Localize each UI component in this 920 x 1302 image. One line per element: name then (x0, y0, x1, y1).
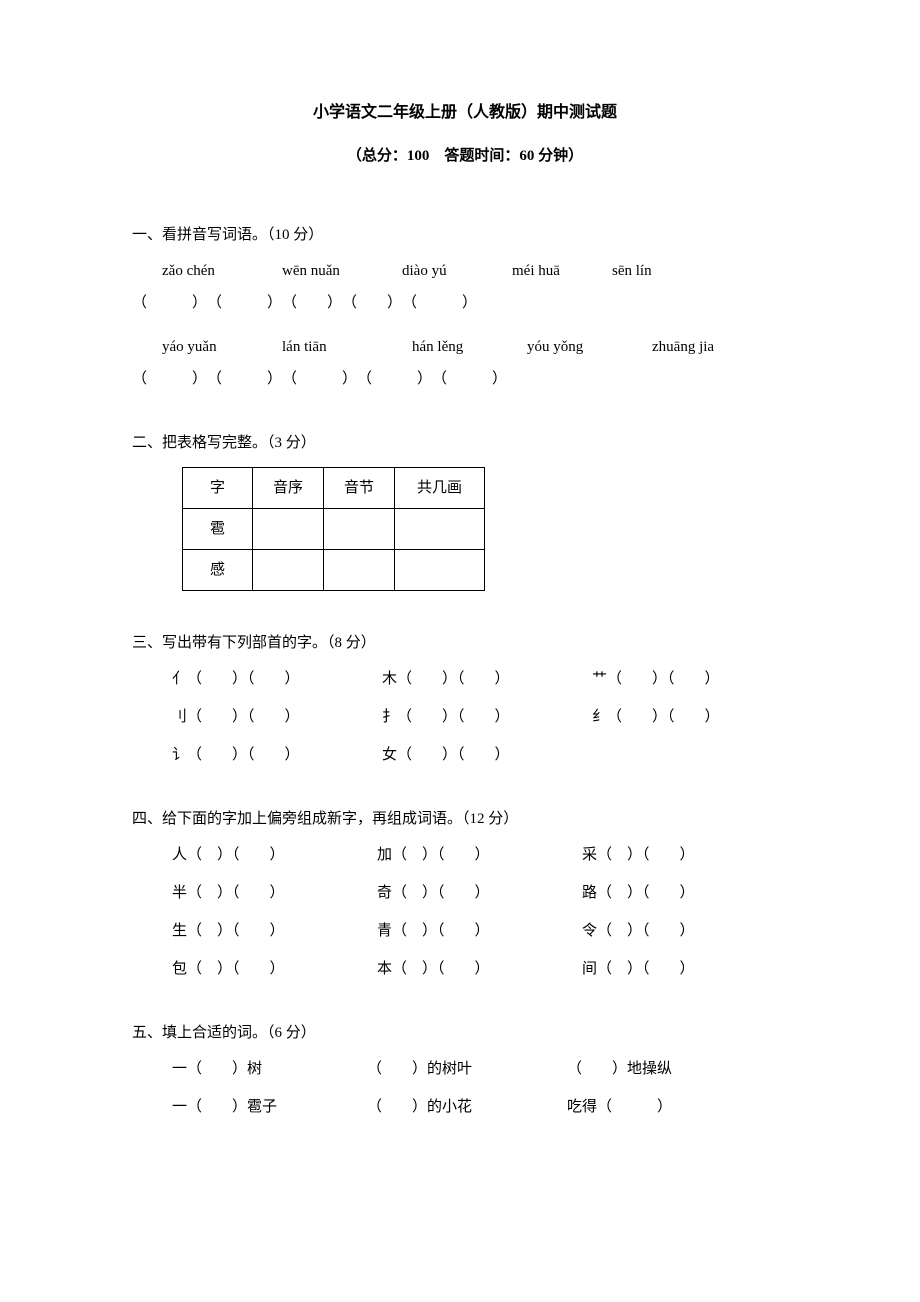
q4-row: 生（ ）（ ） 青（ ）（ ） 令（ ）（ ） (172, 919, 798, 943)
radical-item: 讠（ ）（ ） (172, 743, 382, 767)
pinyin-item: hán lěng (412, 335, 527, 359)
q4-item: 奇（ ）（ ） (377, 881, 582, 905)
table-cell-blank (253, 508, 324, 549)
table-row: 字 音序 音节 共几画 (183, 467, 485, 508)
q5-row: 一（ ）树 （ ）的树叶 （ ）地操纵 (172, 1057, 798, 1081)
radical-item: 亻（ ）（ ） (172, 667, 382, 691)
q4-item: 生（ ）（ ） (172, 919, 377, 943)
q1-blank-row-1: （ ） （ ） （ ） （ ） （ ） (132, 291, 798, 315)
pinyin-item: lán tiān (282, 335, 412, 359)
table-header: 音序 (253, 467, 324, 508)
q5-item: （ ）地操纵 (567, 1057, 672, 1081)
table-row: 感 (183, 549, 485, 590)
table-cell-blank (395, 549, 485, 590)
table-header: 音节 (324, 467, 395, 508)
page-title: 小学语文二年级上册（人教版）期中测试题 (132, 100, 798, 126)
q4-row: 半（ ）（ ） 奇（ ）（ ） 路（ ）（ ） (172, 881, 798, 905)
table-cell-blank (253, 549, 324, 590)
pinyin-item: diào yú (402, 259, 512, 283)
radical-item: 女（ ）（ ） (382, 743, 592, 767)
q5-item: 吃得（ ） (567, 1095, 672, 1119)
q4-item: 半（ ）（ ） (172, 881, 377, 905)
table-cell: 感 (183, 549, 253, 590)
blank-parens: （ ） （ ） （ ） （ ） （ ） (132, 291, 477, 315)
blank-parens: （ ） （ ） （ ） （ ） （ ） (132, 367, 507, 391)
q4-row: 人（ ）（ ） 加（ ）（ ） 采（ ）（ ） (172, 843, 798, 867)
q3-row: 刂（ ）（ ） 扌（ ）（ ） 纟（ ）（ ） (172, 705, 798, 729)
table-cell-blank (324, 549, 395, 590)
q4-heading: 四、给下面的字加上偏旁组成新字，再组成词语。（12 分） (132, 807, 798, 831)
q3-row: 讠（ ）（ ） 女（ ）（ ） (172, 743, 798, 767)
q1-pinyin-row-1: zǎo chén wēn nuǎn diào yú méi huā sēn lí… (162, 259, 798, 283)
q4-item: 采（ ）（ ） (582, 843, 695, 867)
question-2: 二、把表格写完整。（3 分） 字 音序 音节 共几画 雹 感 (132, 431, 798, 591)
pinyin-item: zhuāng jia (652, 335, 772, 359)
question-3: 三、写出带有下列部首的字。（8 分） 亻（ ）（ ） 木（ ）（ ） 艹（ ）（… (132, 631, 798, 767)
radical-item: 刂（ ）（ ） (172, 705, 382, 729)
q5-heading: 五、填上合适的词。（6 分） (132, 1021, 798, 1045)
q4-item: 人（ ）（ ） (172, 843, 377, 867)
q2-heading: 二、把表格写完整。（3 分） (132, 431, 798, 455)
q3-heading: 三、写出带有下列部首的字。（8 分） (132, 631, 798, 655)
radical-item: 纟（ ）（ ） (592, 705, 720, 729)
q4-item: 间（ ）（ ） (582, 957, 695, 981)
table-cell: 雹 (183, 508, 253, 549)
q3-row: 亻（ ）（ ） 木（ ）（ ） 艹（ ）（ ） (172, 667, 798, 691)
radical-item: 木（ ）（ ） (382, 667, 592, 691)
q5-item: （ ）的小花 (367, 1095, 567, 1119)
q2-table: 字 音序 音节 共几画 雹 感 (182, 467, 485, 591)
question-4: 四、给下面的字加上偏旁组成新字，再组成词语。（12 分） 人（ ）（ ） 加（ … (132, 807, 798, 981)
q4-item: 令（ ）（ ） (582, 919, 695, 943)
q4-item: 加（ ）（ ） (377, 843, 582, 867)
page-subtitle: （总分：100 答题时间：60 分钟） (132, 144, 798, 168)
radical-item: 扌（ ）（ ） (382, 705, 592, 729)
table-header: 共几画 (395, 467, 485, 508)
table-cell-blank (395, 508, 485, 549)
q5-item: 一（ ）树 (172, 1057, 367, 1081)
q5-row: 一（ ）雹子 （ ）的小花 吃得（ ） (172, 1095, 798, 1119)
q5-item: （ ）的树叶 (367, 1057, 567, 1081)
q1-blank-row-2: （ ） （ ） （ ） （ ） （ ） (132, 367, 798, 391)
table-row: 雹 (183, 508, 485, 549)
q5-item: 一（ ）雹子 (172, 1095, 367, 1119)
q1-pinyin-row-2: yáo yuǎn lán tiān hán lěng yóu yǒng zhuā… (162, 335, 798, 359)
q4-row: 包（ ）（ ） 本（ ）（ ） 间（ ）（ ） (172, 957, 798, 981)
radical-item: 艹（ ）（ ） (592, 667, 720, 691)
question-5: 五、填上合适的词。（6 分） 一（ ）树 （ ）的树叶 （ ）地操纵 一（ ）雹… (132, 1021, 798, 1119)
q4-item: 包（ ）（ ） (172, 957, 377, 981)
pinyin-item: sēn lín (612, 259, 722, 283)
pinyin-item: yáo yuǎn (162, 335, 282, 359)
q1-heading: 一、看拼音写词语。（10 分） (132, 223, 798, 247)
q4-item: 青（ ）（ ） (377, 919, 582, 943)
pinyin-item: yóu yǒng (527, 335, 652, 359)
table-cell-blank (324, 508, 395, 549)
pinyin-item: zǎo chén (162, 259, 282, 283)
q4-item: 路（ ）（ ） (582, 881, 695, 905)
q4-item: 本（ ）（ ） (377, 957, 582, 981)
pinyin-item: méi huā (512, 259, 612, 283)
question-1: 一、看拼音写词语。（10 分） zǎo chén wēn nuǎn diào y… (132, 223, 798, 391)
pinyin-item: wēn nuǎn (282, 259, 402, 283)
table-header: 字 (183, 467, 253, 508)
